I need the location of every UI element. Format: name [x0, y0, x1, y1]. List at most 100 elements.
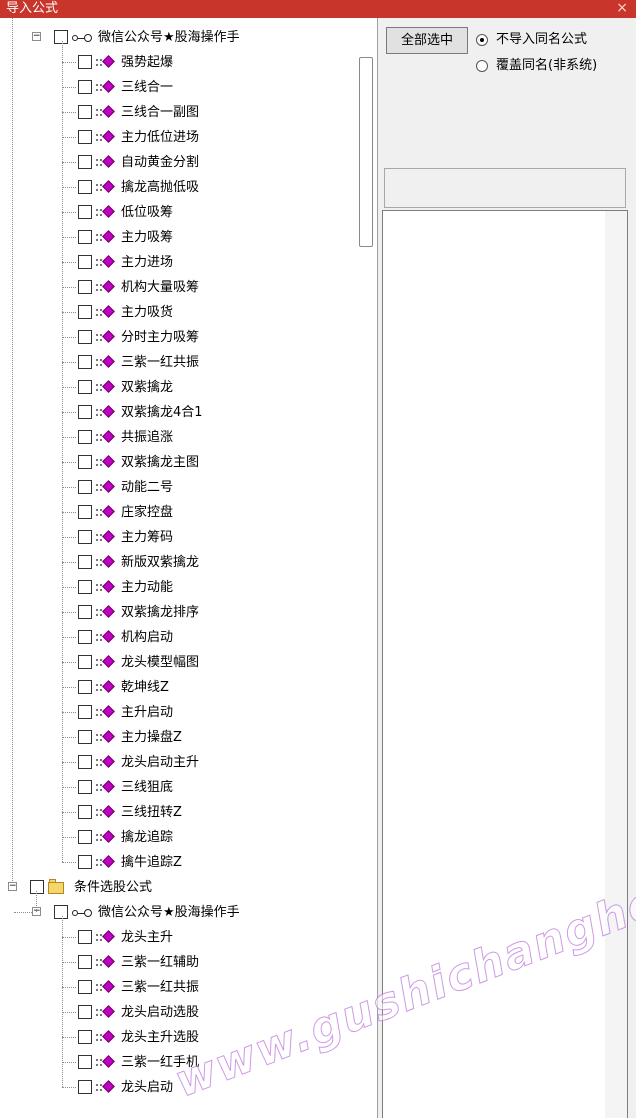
- checkbox[interactable]: [78, 430, 92, 444]
- checkbox[interactable]: [78, 555, 92, 569]
- tree-item[interactable]: 擒牛追踪Z: [0, 850, 355, 875]
- checkbox[interactable]: [78, 355, 92, 369]
- tree-item[interactable]: 三线扭转Z: [0, 800, 355, 825]
- checkbox[interactable]: [78, 1080, 92, 1094]
- tree-item[interactable]: 强势起爆: [0, 50, 355, 75]
- tree-item[interactable]: 动能二号: [0, 475, 355, 500]
- checkbox[interactable]: [78, 530, 92, 544]
- tree-item[interactable]: 三线合一副图: [0, 100, 355, 125]
- checkbox[interactable]: [78, 455, 92, 469]
- tree-item[interactable]: 机构启动: [0, 625, 355, 650]
- checkbox[interactable]: [78, 980, 92, 994]
- tree-item[interactable]: 主力低位进场: [0, 125, 355, 150]
- checkbox[interactable]: [78, 930, 92, 944]
- tree-item[interactable]: 三紫一红共振: [0, 350, 355, 375]
- tree-item[interactable]: 龙头模型幅图: [0, 650, 355, 675]
- checkbox[interactable]: [78, 805, 92, 819]
- tree-item[interactable]: 机构大量吸筹: [0, 275, 355, 300]
- checkbox[interactable]: [78, 955, 92, 969]
- checkbox[interactable]: [78, 205, 92, 219]
- tree-item[interactable]: 主升启动: [0, 700, 355, 725]
- checkbox[interactable]: [78, 605, 92, 619]
- checkbox[interactable]: [78, 780, 92, 794]
- checkbox[interactable]: [78, 330, 92, 344]
- tree-item[interactable]: 分时主力吸筹: [0, 325, 355, 350]
- checkbox[interactable]: [78, 480, 92, 494]
- tree-item[interactable]: 双紫擒龙排序: [0, 600, 355, 625]
- select-all-button[interactable]: 全部选中: [386, 27, 468, 54]
- tree-item[interactable]: 三线合一: [0, 75, 355, 100]
- checkbox[interactable]: [78, 230, 92, 244]
- tree-item[interactable]: 主力操盘Z: [0, 725, 355, 750]
- checkbox[interactable]: [78, 80, 92, 94]
- tree-item[interactable]: 三线狙底: [0, 775, 355, 800]
- tree-item[interactable]: 龙头启动选股: [0, 1000, 355, 1025]
- tree-item[interactable]: 主力筹码: [0, 525, 355, 550]
- checkbox[interactable]: [78, 830, 92, 844]
- tree-item[interactable]: 龙头主升选股: [0, 1025, 355, 1050]
- checkbox[interactable]: [78, 505, 92, 519]
- tree-item[interactable]: 三紫一红手机: [0, 1050, 355, 1075]
- checkbox[interactable]: [78, 755, 92, 769]
- checkbox[interactable]: [78, 155, 92, 169]
- checkbox[interactable]: [78, 1005, 92, 1019]
- tree-item-label: 三紫一红手机: [121, 1055, 200, 1070]
- checkbox[interactable]: [78, 1030, 92, 1044]
- tree-item[interactable]: 主力吸筹: [0, 225, 355, 250]
- radio-overwrite-duplicates[interactable]: 覆盖同名(非系统): [476, 56, 626, 76]
- checkbox[interactable]: [78, 380, 92, 394]
- tree-item[interactable]: 龙头启动主升: [0, 750, 355, 775]
- close-icon[interactable]: ×: [616, 0, 628, 17]
- tree-connector: [62, 612, 76, 613]
- tree-node-group1[interactable]: − 微信公众号★股海操作手: [0, 25, 355, 50]
- checkbox[interactable]: [78, 655, 92, 669]
- tree-item[interactable]: 低位吸筹: [0, 200, 355, 225]
- radio-skip-duplicates[interactable]: 不导入同名公式: [476, 30, 626, 50]
- tree-item[interactable]: 主力吸货: [0, 300, 355, 325]
- checkbox[interactable]: [78, 730, 92, 744]
- tree-item[interactable]: 乾坤线Z: [0, 675, 355, 700]
- tree-node-category2[interactable]: − 条件选股公式: [0, 875, 355, 900]
- radio-skip-duplicates-indicator[interactable]: [476, 34, 488, 46]
- tree-item[interactable]: 擒龙高抛低吸: [0, 175, 355, 200]
- tree-item[interactable]: 主力动能: [0, 575, 355, 600]
- tree-node-group2[interactable]: − 微信公众号★股海操作手: [0, 900, 355, 925]
- checkbox[interactable]: [78, 105, 92, 119]
- tree-item[interactable]: 擒龙追踪: [0, 825, 355, 850]
- checkbox[interactable]: [78, 255, 92, 269]
- checkbox[interactable]: [78, 55, 92, 69]
- collapse-icon[interactable]: −: [8, 882, 17, 891]
- tree-item[interactable]: 共振追涨: [0, 425, 355, 450]
- tree-item[interactable]: 主力进场: [0, 250, 355, 275]
- checkbox[interactable]: [30, 880, 44, 894]
- checkbox[interactable]: [78, 1055, 92, 1069]
- tree-item[interactable]: 双紫擒龙4合1: [0, 400, 355, 425]
- checkbox[interactable]: [78, 305, 92, 319]
- tree-item[interactable]: 三紫一红辅助: [0, 950, 355, 975]
- checkbox[interactable]: [54, 905, 68, 919]
- checkbox[interactable]: [78, 130, 92, 144]
- tree-item[interactable]: 双紫擒龙: [0, 375, 355, 400]
- formula-icon: [96, 654, 116, 670]
- checkbox[interactable]: [78, 405, 92, 419]
- tree-item[interactable]: 自动黄金分割: [0, 150, 355, 175]
- checkbox[interactable]: [54, 30, 68, 44]
- checkbox[interactable]: [78, 855, 92, 869]
- radio-overwrite-duplicates-indicator[interactable]: [476, 60, 488, 72]
- checkbox[interactable]: [78, 280, 92, 294]
- collapse-icon[interactable]: −: [32, 32, 41, 41]
- tree-item[interactable]: 三紫一红共振: [0, 975, 355, 1000]
- tree-item[interactable]: 龙头启动: [0, 1075, 355, 1100]
- tree-item[interactable]: 双紫擒龙主图: [0, 450, 355, 475]
- formula-tree[interactable]: − 微信公众号★股海操作手 强势起爆 三线合一 三线合一副图 主力低位进场 自动黄金分割 擒龙…: [0, 18, 378, 1118]
- checkbox[interactable]: [78, 630, 92, 644]
- checkbox[interactable]: [78, 580, 92, 594]
- tree-scrollbar-thumb[interactable]: [359, 57, 373, 247]
- tree-item[interactable]: 庄家控盘: [0, 500, 355, 525]
- tree-item[interactable]: 新版双紫擒龙: [0, 550, 355, 575]
- checkbox[interactable]: [78, 680, 92, 694]
- checkbox[interactable]: [78, 180, 92, 194]
- tree-item-label: 机构启动: [121, 630, 174, 645]
- checkbox[interactable]: [78, 705, 92, 719]
- tree-item[interactable]: 龙头主升: [0, 925, 355, 950]
